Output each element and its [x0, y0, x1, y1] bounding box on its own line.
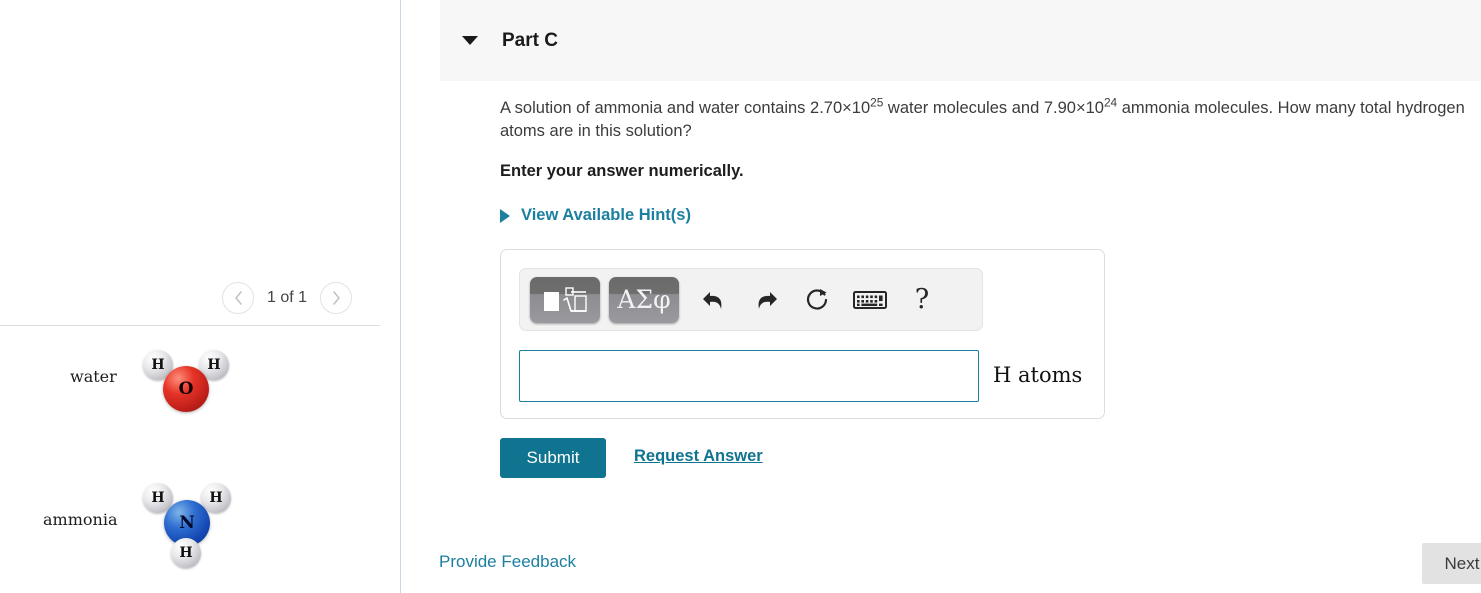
atom-oxygen: O: [163, 366, 209, 412]
keyboard-icon: [853, 290, 887, 309]
redo-button[interactable]: [740, 277, 792, 323]
view-hints-link[interactable]: View Available Hint(s): [500, 206, 691, 225]
greek-letters-icon: ΑΣφ: [617, 285, 671, 314]
answer-instruction: Enter your answer numerically.: [500, 162, 744, 180]
chevron-left-icon: [234, 291, 242, 305]
left-sidebar: 1 of 1 water H H O ammonia H H N H: [0, 0, 400, 593]
question-exponent-2: 24: [1103, 95, 1118, 110]
pagination-label: 1 of 1: [267, 289, 308, 306]
template-radical-button[interactable]: [530, 276, 600, 323]
page-root: 1 of 1 water H H O ammonia H H N H Part …: [0, 0, 1481, 593]
keyboard-button[interactable]: [844, 277, 896, 323]
submit-button[interactable]: Submit: [500, 438, 606, 478]
refresh-circle-icon: [806, 288, 828, 310]
question-text-part2: water molecules and 7.90×10: [883, 99, 1104, 117]
question-mark-icon: ?: [914, 284, 930, 315]
molecule-diagram-ammonia: ammonia H H N H: [0, 470, 300, 580]
part-header[interactable]: Part C: [440, 0, 1481, 81]
undo-arrow-icon: [703, 291, 722, 309]
question-text-part1: A solution of ammonia and water contains…: [500, 99, 871, 117]
molecule-diagram-water: water H H O: [0, 340, 300, 415]
next-button[interactable]: Next: [1422, 543, 1481, 584]
help-button[interactable]: ?: [896, 277, 948, 323]
answer-card: ΑΣφ ?: [500, 249, 1105, 419]
answer-unit-label: H atoms: [993, 363, 1083, 387]
view-hints-label: View Available Hint(s): [521, 206, 691, 224]
reset-button[interactable]: [792, 277, 844, 323]
molecule-label-water: water: [70, 367, 117, 386]
request-answer-link[interactable]: Request Answer: [634, 447, 763, 466]
question-exponent-1: 25: [870, 95, 884, 110]
greek-symbols-button[interactable]: ΑΣφ: [609, 276, 679, 323]
main-panel: Part C A solution of ammonia and water c…: [401, 0, 1481, 593]
undo-button[interactable]: [688, 277, 740, 323]
page-title: Part C: [502, 29, 558, 51]
redo-arrow-icon: [758, 291, 777, 309]
math-toolbar: ΑΣφ ?: [519, 268, 983, 331]
sidebar-divider: [0, 325, 380, 326]
caret-right-icon: [500, 208, 510, 223]
square-root-template-icon: [544, 286, 587, 312]
question-text: A solution of ammonia and water contains…: [500, 97, 1470, 144]
pagination-prev-button[interactable]: [222, 282, 254, 314]
answer-input[interactable]: [519, 350, 979, 402]
pagination-next-button[interactable]: [320, 282, 353, 314]
provide-feedback-link[interactable]: Provide Feedback: [439, 552, 576, 572]
molecule-label-ammonia: ammonia: [43, 510, 118, 529]
chevron-right-icon: [332, 291, 340, 305]
atom-hydrogen: H: [171, 538, 201, 568]
pagination-control: 1 of 1: [222, 282, 353, 314]
caret-down-icon[interactable]: [462, 36, 478, 45]
